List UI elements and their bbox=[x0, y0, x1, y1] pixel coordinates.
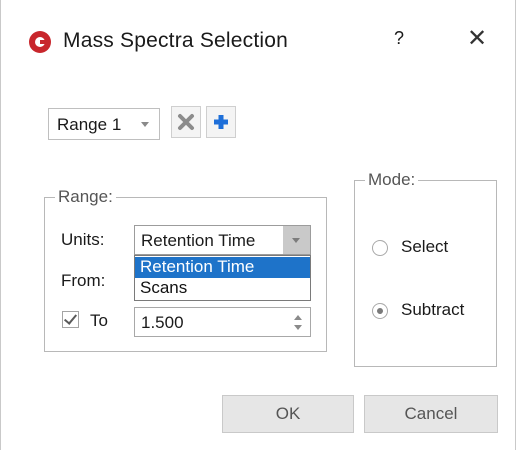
mode-group: Mode: bbox=[354, 170, 497, 367]
close-button[interactable]: ✕ bbox=[465, 24, 489, 53]
units-option-scans[interactable]: Scans bbox=[135, 278, 310, 299]
spin-up-icon[interactable] bbox=[294, 315, 302, 320]
remove-range-button[interactable] bbox=[171, 106, 201, 138]
cancel-button[interactable]: Cancel bbox=[364, 395, 498, 433]
range-dropdown[interactable]: Range 1 bbox=[48, 108, 160, 140]
select-radio-label[interactable]: Select bbox=[401, 237, 448, 257]
add-range-button[interactable] bbox=[206, 106, 236, 138]
help-button[interactable]: ? bbox=[389, 28, 409, 49]
to-checkbox[interactable] bbox=[62, 311, 79, 328]
units-dropdown-list: Retention Time Scans bbox=[134, 255, 311, 301]
app-logo-icon bbox=[29, 31, 51, 53]
to-value-spinbox[interactable]: 1.500 bbox=[134, 307, 311, 337]
units-option-retention-time[interactable]: Retention Time bbox=[135, 257, 310, 278]
subtract-radio-label[interactable]: Subtract bbox=[401, 300, 464, 320]
ok-button[interactable]: OK bbox=[222, 395, 354, 433]
radio-selected-dot bbox=[377, 308, 383, 314]
checkmark-icon bbox=[63, 311, 78, 325]
to-value: 1.500 bbox=[141, 313, 184, 332]
mass-spectra-selection-dialog: Mass Spectra Selection ? ✕ Range 1 Range… bbox=[0, 0, 516, 450]
title-bar: Mass Spectra Selection ? ✕ bbox=[1, 0, 516, 84]
units-dropdown[interactable]: Retention Time bbox=[134, 225, 311, 255]
mode-group-legend: Mode: bbox=[365, 170, 419, 190]
chevron-down-icon bbox=[141, 122, 149, 127]
select-radio[interactable] bbox=[372, 240, 388, 256]
units-label: Units: bbox=[61, 230, 105, 249]
remove-range-icon bbox=[178, 114, 194, 130]
units-dropdown-value: Retention Time bbox=[141, 231, 256, 250]
range-group-legend: Range: bbox=[55, 187, 116, 207]
from-label: From: bbox=[61, 271, 106, 290]
dialog-title: Mass Spectra Selection bbox=[63, 29, 289, 52]
range-dropdown-value: Range 1 bbox=[57, 115, 122, 134]
chevron-down-icon[interactable] bbox=[283, 226, 310, 254]
add-range-icon bbox=[214, 115, 228, 129]
to-label: To bbox=[90, 311, 108, 330]
spin-down-icon[interactable] bbox=[294, 325, 302, 330]
subtract-radio[interactable] bbox=[372, 303, 388, 319]
